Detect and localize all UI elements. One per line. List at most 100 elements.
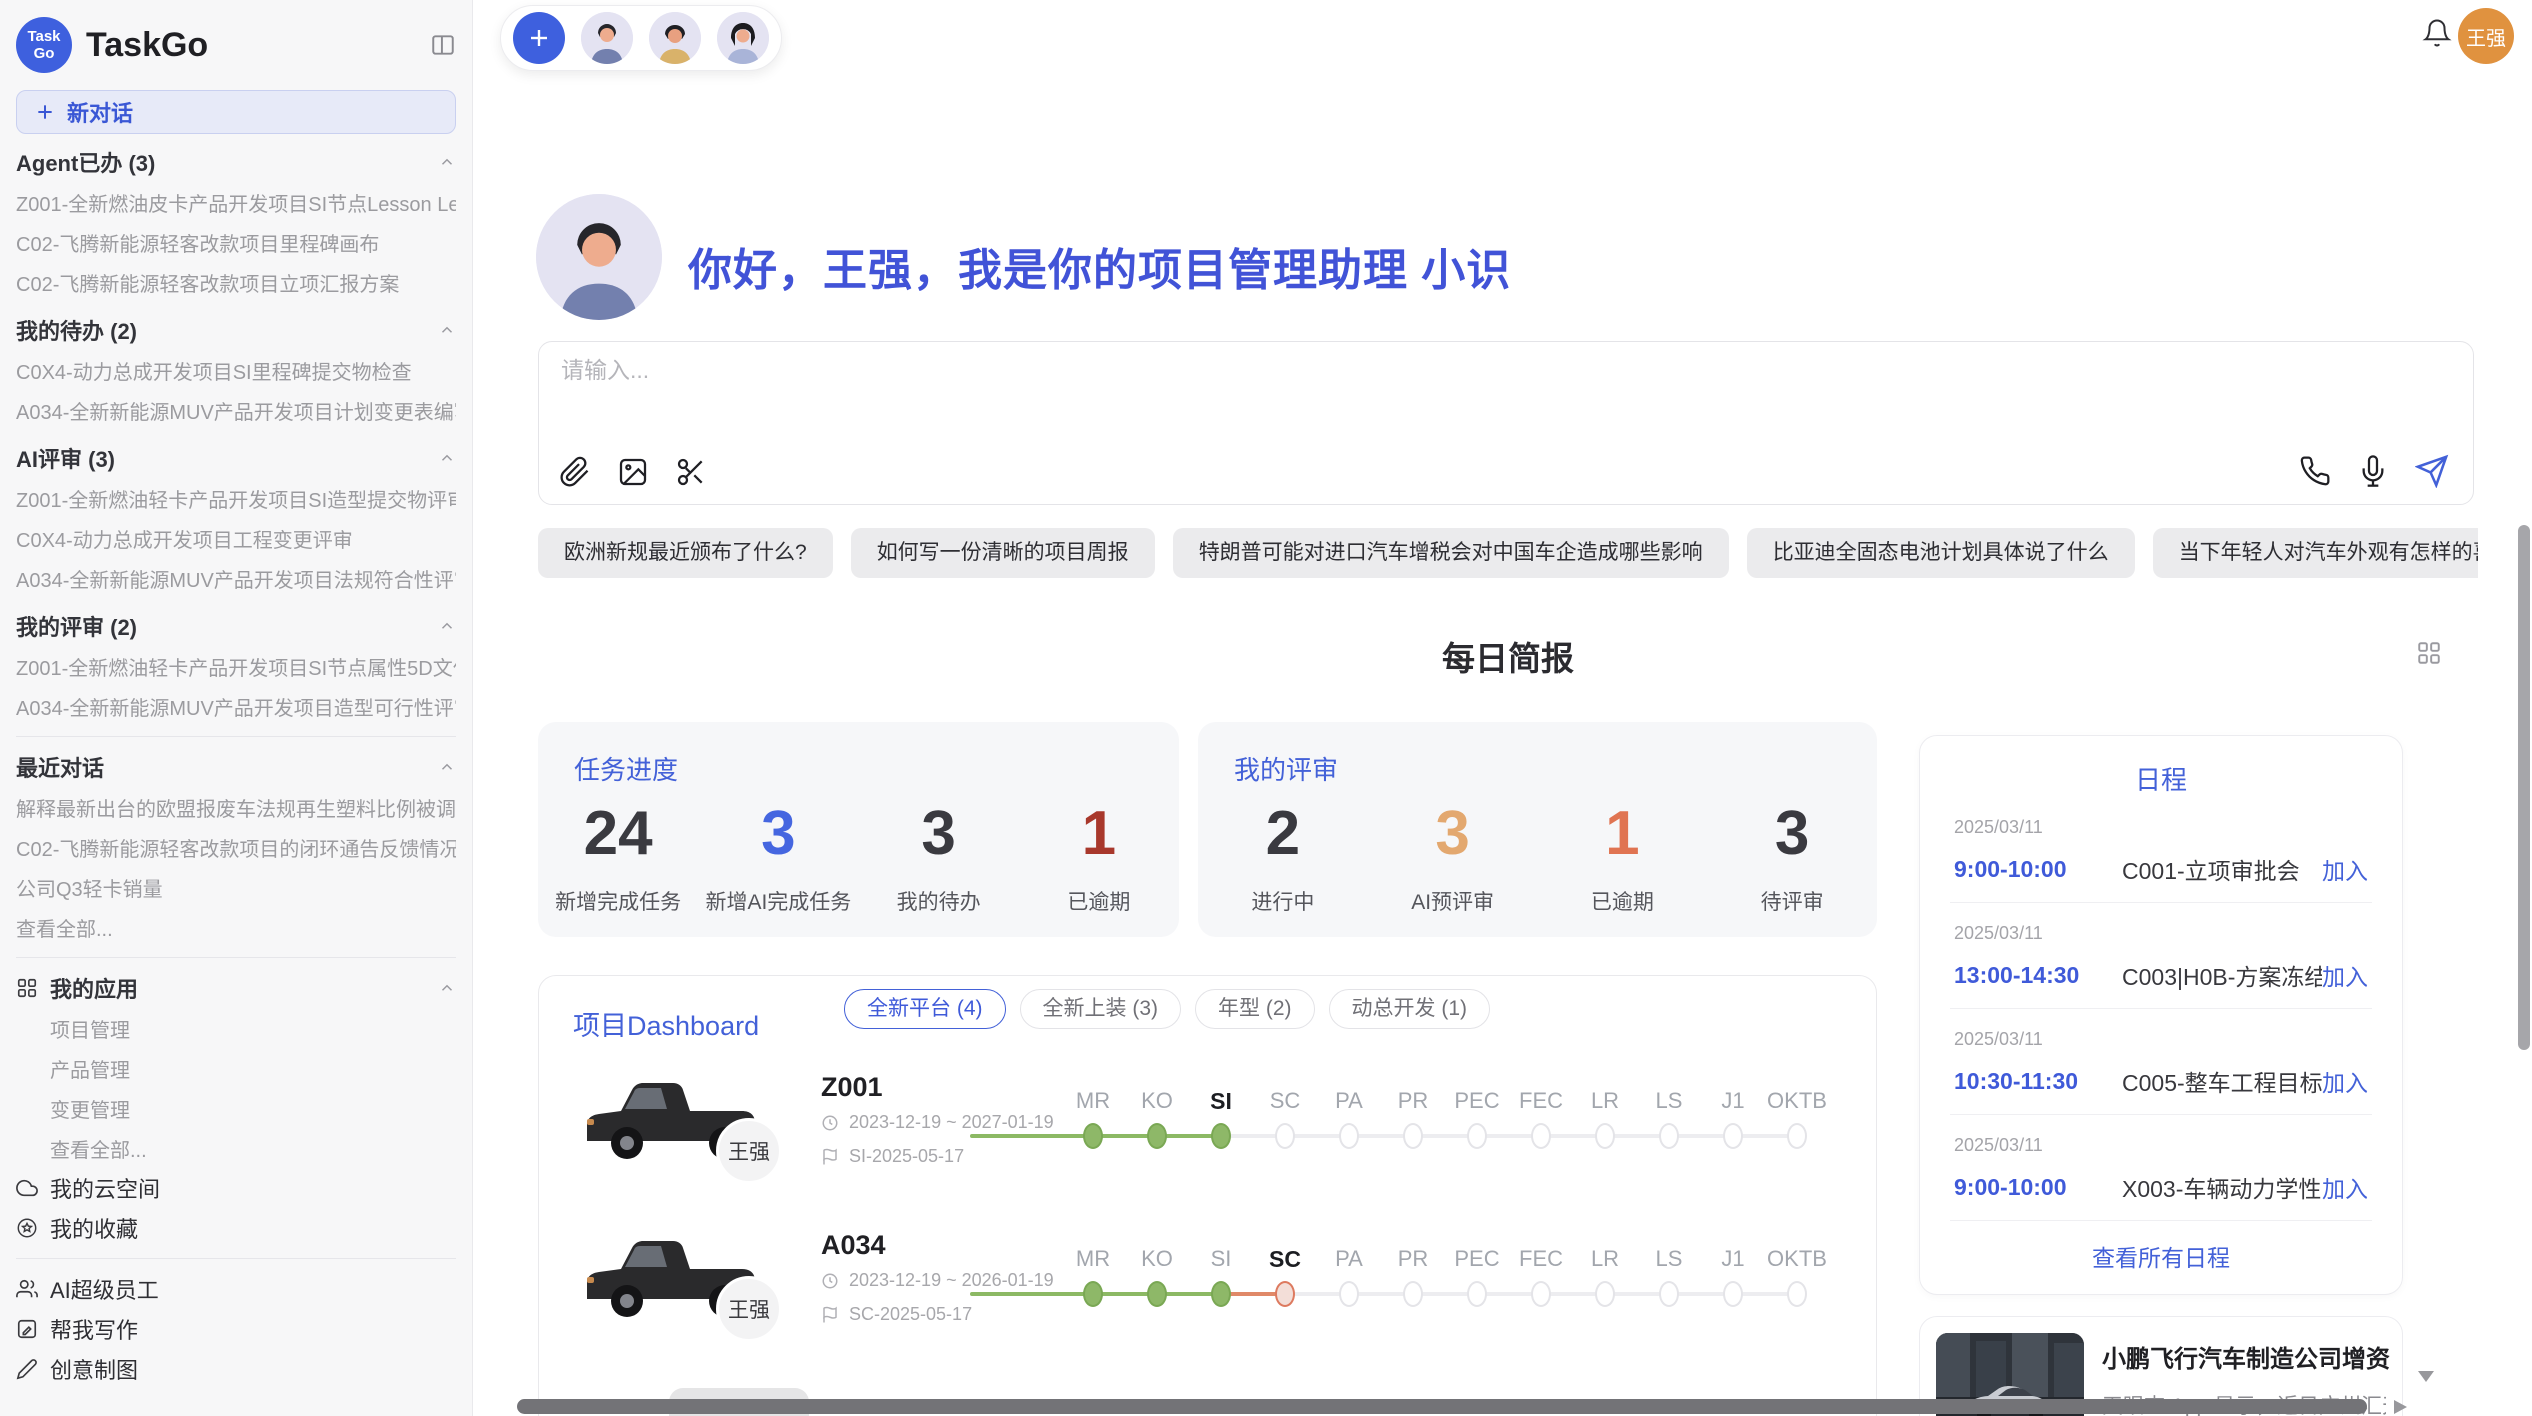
section-title: AI评审 (3): [16, 442, 115, 474]
sidebar-item-creative-drawing[interactable]: 创意制图: [16, 1349, 456, 1389]
sidebar: Task Go TaskGo 新对话 Agent已办 (3) Z001-全新燃油…: [0, 0, 473, 1416]
schedule-title: 日程: [1920, 760, 2402, 797]
milestone-dot-overdue: [1275, 1281, 1295, 1307]
plus-icon: [35, 102, 55, 122]
join-link[interactable]: 加入: [2322, 852, 2368, 886]
section-header-my-review[interactable]: 我的评审 (2): [16, 606, 456, 646]
list-item[interactable]: C0X4-动力总成开发项目工程变更评审: [16, 518, 456, 558]
sidebar-item-cloud-space[interactable]: 我的云空间: [16, 1168, 456, 1208]
milestone-label: PR: [1381, 1088, 1445, 1115]
briefing-layout-icon[interactable]: [2416, 640, 2442, 666]
sidebar-item-product-mgmt[interactable]: 产品管理: [16, 1048, 456, 1088]
list-item[interactable]: A034-全新新能源MUV产品开发项目法规符合性评审: [16, 558, 456, 598]
join-link[interactable]: 加入: [2322, 1064, 2368, 1098]
suggestion-chip[interactable]: 特朗普可能对进口汽车增税会对中国车企造成哪些影响: [1173, 528, 1729, 578]
list-item[interactable]: Z001-全新燃油轻卡产品开发项目SI造型提交物评审: [16, 478, 456, 518]
new-chat-button[interactable]: 新对话: [16, 90, 456, 134]
section-header-ai-review[interactable]: AI评审 (3): [16, 438, 456, 478]
clock-icon: [821, 1272, 839, 1290]
attachment-icon[interactable]: [559, 456, 591, 488]
sidebar-item-project-mgmt[interactable]: 项目管理: [16, 1008, 456, 1048]
phone-call-icon[interactable]: [2299, 455, 2331, 487]
tab-new-body[interactable]: 全新上装 (3): [1020, 989, 1182, 1029]
dashboard-tabs: 全新平台 (4) 全新上装 (3) 年型 (2) 动总开发 (1): [844, 989, 1490, 1029]
sidebar-item-help-me-write[interactable]: 帮我写作: [16, 1309, 456, 1349]
schedule-name: X003-车辆动力学性能验...: [2122, 1170, 2322, 1204]
section-header-recent-chats[interactable]: 最近对话: [16, 747, 456, 787]
milestone-label: SI: [1189, 1246, 1253, 1273]
horizontal-scrollbar-thumb[interactable]: [517, 1399, 2367, 1414]
milestone-label-current: SI: [1189, 1088, 1253, 1115]
schedule-time: 13:00-14:30: [1954, 962, 2122, 989]
tab-powertrain[interactable]: 动总开发 (1): [1329, 989, 1491, 1029]
section-title: Agent已办 (3): [16, 146, 155, 178]
sidebar-item-ai-super-staff[interactable]: AI超级员工: [16, 1269, 456, 1309]
milestone-dot: [1403, 1281, 1423, 1307]
sidebar-header: Task Go TaskGo: [16, 0, 456, 90]
scissors-icon[interactable]: [675, 456, 707, 488]
milestone-dot: [1595, 1123, 1615, 1149]
scroll-right-arrow-icon[interactable]: [2394, 1400, 2407, 1414]
schedule-name: C001-立项审批会: [2122, 852, 2322, 886]
suggestion-chip[interactable]: 比亚迪全固态电池计划具体说了什么: [1747, 528, 2135, 578]
milestone-label: OKTB: [1765, 1246, 1829, 1273]
list-item[interactable]: 公司Q3轻卡销量: [16, 867, 456, 907]
milestone-dot: [1659, 1123, 1679, 1149]
project-code[interactable]: Z001: [821, 1072, 883, 1103]
collapse-sidebar-icon[interactable]: [430, 32, 456, 58]
suggestion-chip[interactable]: 当下年轻人对汽车外观有怎样的喜好趋势: [2153, 528, 2478, 578]
send-icon[interactable]: [2415, 454, 2449, 488]
list-item[interactable]: Z001-全新燃油轻卡产品开发项目SI节点属性5D文件评审: [16, 646, 456, 686]
view-all-recent[interactable]: 查看全部...: [16, 907, 456, 947]
stat-label: 新增AI完成任务: [698, 886, 858, 916]
list-item[interactable]: C0X4-动力总成开发项目SI里程碑提交物检查: [16, 350, 456, 390]
list-item[interactable]: C02-飞腾新能源轻客改款项目里程碑画布: [16, 222, 456, 262]
milestone-label: MR: [1061, 1088, 1125, 1115]
stat: 3 我的待办: [859, 802, 1019, 916]
view-all-schedule-link[interactable]: 查看所有日程: [1920, 1221, 2402, 1291]
notification-bell-icon[interactable]: [2422, 18, 2452, 48]
tab-year-model[interactable]: 年型 (2): [1195, 989, 1315, 1029]
section-header-my-todo[interactable]: 我的待办 (2): [16, 310, 456, 350]
stat-label: 我的待办: [859, 886, 1019, 916]
new-chat-label: 新对话: [67, 96, 133, 128]
avatar[interactable]: [581, 12, 633, 64]
section-header-my-apps[interactable]: 我的应用: [16, 968, 456, 1008]
conversation-switcher: [500, 5, 782, 71]
microphone-icon[interactable]: [2357, 455, 2389, 487]
add-conversation-button[interactable]: [513, 12, 565, 64]
section-header-agent-done[interactable]: Agent已办 (3): [16, 142, 456, 182]
list-item[interactable]: Z001-全新燃油皮卡产品开发项目SI节点Lesson Learn报告: [16, 182, 456, 222]
image-icon[interactable]: [617, 456, 649, 488]
join-link[interactable]: 加入: [2322, 1170, 2368, 1204]
list-item[interactable]: C02-飞腾新能源轻客改款项目立项汇报方案: [16, 262, 456, 302]
list-item[interactable]: A034-全新新能源MUV产品开发项目造型可行性评审: [16, 686, 456, 726]
view-all-apps[interactable]: 查看全部...: [16, 1128, 456, 1168]
project-code[interactable]: A034: [821, 1230, 886, 1261]
scroll-down-arrow-icon[interactable]: [2418, 1371, 2434, 1382]
list-item[interactable]: C02-飞腾新能源轻客改款项目的闭环通告反馈情况: [16, 827, 456, 867]
write-icon: [16, 1318, 38, 1340]
sidebar-item-change-mgmt[interactable]: 变更管理: [16, 1088, 456, 1128]
logo-text-top: Task: [27, 28, 60, 45]
milestone-date: SC-2025-05-17: [849, 1304, 972, 1325]
user-avatar[interactable]: 王强: [2458, 8, 2514, 64]
avatar[interactable]: [717, 12, 769, 64]
pen-icon: [16, 1358, 38, 1380]
milestone-label: SC: [1253, 1088, 1317, 1115]
chevron-up-icon: [438, 449, 456, 467]
suggestion-chip[interactable]: 欧洲新规最近颁布了什么?: [538, 528, 833, 578]
assistant-avatar: [536, 194, 662, 320]
avatar[interactable]: [649, 12, 701, 64]
briefing-title: 每日简报: [538, 632, 2478, 680]
greeting-text: 你好，王强，我是你的项目管理助理 小识: [688, 234, 1511, 298]
tab-new-platform[interactable]: 全新平台 (4): [844, 989, 1006, 1029]
vertical-scrollbar-thumb[interactable]: [2518, 525, 2530, 1050]
list-item[interactable]: A034-全新新能源MUV产品开发项目计划变更表编写: [16, 390, 456, 430]
list-item[interactable]: 解释最新出台的欧盟报废车法规再生塑料比例被调至15%...: [16, 787, 456, 827]
suggestion-chip[interactable]: 如何写一份清晰的项目周报: [851, 528, 1155, 578]
project-next-milestone: SC-2025-05-17: [821, 1304, 972, 1325]
chat-input[interactable]: [559, 356, 1759, 385]
sidebar-item-favorites[interactable]: 我的收藏: [16, 1208, 456, 1248]
join-link[interactable]: 加入: [2322, 958, 2368, 992]
